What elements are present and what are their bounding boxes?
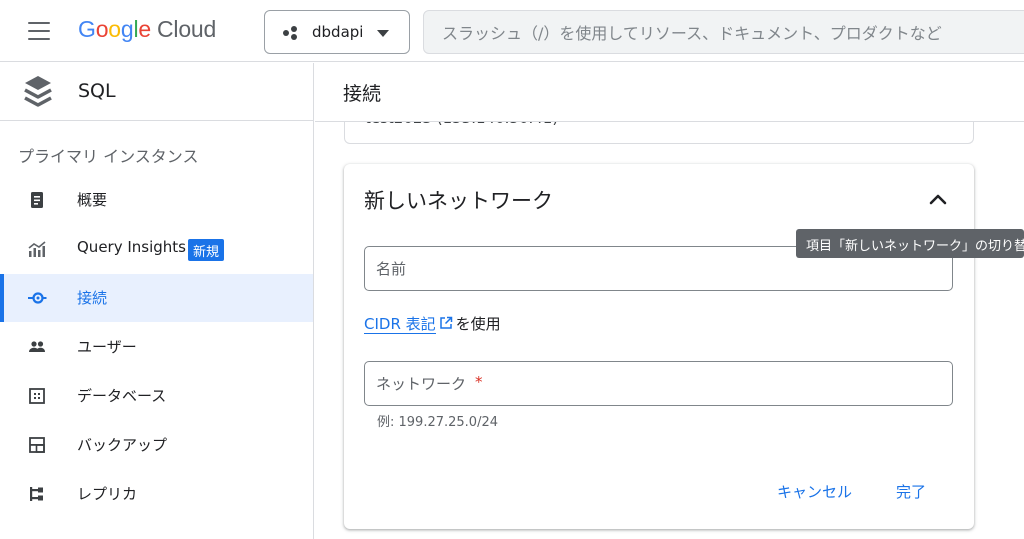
cidr-hint: CIDR 表記 を使用 [364,313,501,334]
users-icon [29,341,45,352]
search-bar[interactable] [423,10,1024,54]
cancel-button[interactable]: キャンセル [769,477,860,506]
network-input[interactable] [376,373,936,395]
sidebar-item-replicas[interactable]: レプリカ [0,470,313,518]
sidebar-item-label: ユーザー [77,338,137,356]
connections-icon [28,292,47,304]
sidebar-item-label: データベース [77,387,167,405]
page-title: 接続 [343,83,382,105]
dropdown-caret-icon [377,30,389,37]
new-badge: 新規 [188,239,225,261]
top-bar: Google Cloud dbdapi [0,0,1024,62]
card-title: 新しいネットワーク [364,189,553,213]
sidebar-item-overview[interactable]: 概要 [0,176,313,224]
section-label: プライマリ インスタンス [18,147,199,166]
cidr-suffix: を使用 [455,315,501,333]
database-icon [29,388,45,404]
sql-product-icon [24,76,52,107]
name-input[interactable] [376,258,936,280]
sidebar-item-query-insights[interactable]: Query Insights 新規 [0,225,313,273]
page-header: 接続 [315,63,1024,122]
chevron-up-icon[interactable] [924,186,952,214]
sidebar-item-label: レプリカ [77,485,138,503]
sidebar-item-users[interactable]: ユーザー [0,323,313,371]
cidr-link-text: CIDR 表記 [364,315,436,333]
sidebar-item-backups[interactable]: バックアップ [0,421,313,469]
project-name: dbdapi [312,23,364,41]
hamburger-line [28,30,50,32]
project-picker[interactable]: dbdapi [264,10,410,54]
search-input[interactable] [442,21,1024,45]
new-network-card: 新しいネットワーク CIDR 表記 を使用 * 例: 199.27.25.0/2… [344,164,974,529]
hamburger-line [28,22,50,24]
sidebar: SQL プライマリ インスタンス 概要 Query Insights 新規 接続 [0,63,314,539]
product-header: SQL [0,63,313,121]
product-name: SQL [78,80,116,102]
network-field[interactable]: * [364,361,953,406]
insights-chart-icon [28,241,46,257]
replica-icon [30,487,43,501]
network-helper-text: 例: 199.27.25.0/24 [377,415,498,430]
required-asterisk: * [475,373,483,391]
backup-icon [29,437,45,453]
main-menu-button[interactable] [18,19,60,45]
sidebar-item-label: Query Insights [77,238,186,256]
logo-cloud-text: Cloud [157,16,217,42]
sidebar-item-label: 接続 [77,289,108,307]
done-button[interactable]: 完了 [888,477,934,506]
sidebar-item-databases[interactable]: データベース [0,372,313,420]
toggle-tooltip: 項目「新しいネットワーク」の切り替え [796,229,1024,258]
hamburger-line [28,38,50,40]
project-icon [283,26,299,40]
cidr-notation-link[interactable]: CIDR 表記 [364,315,436,334]
sidebar-item-connections[interactable]: 接続 [0,274,313,322]
overview-icon [31,192,43,208]
sidebar-item-label: バックアップ [77,436,168,454]
google-cloud-logo[interactable]: Google Cloud [78,16,216,43]
sidebar-item-label: 概要 [77,191,108,209]
external-link-icon [439,316,452,329]
